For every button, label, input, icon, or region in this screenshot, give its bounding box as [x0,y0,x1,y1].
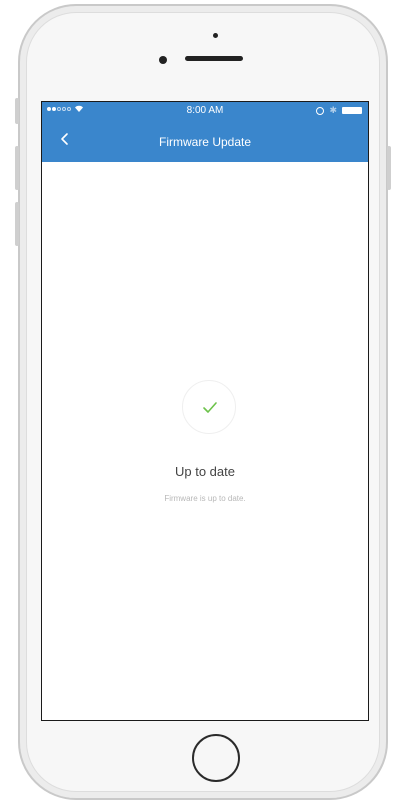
app-screen: 8:00 AM ✱ Firmware Update Up to date Fir… [41,101,369,721]
page-title: Firmware Update [158,135,252,149]
nav-bar: Firmware Update [42,124,368,160]
power-button [387,146,391,190]
volume-up-button [15,146,19,190]
alarm-icon [316,106,325,115]
front-camera [159,56,167,64]
app-header: 8:00 AM ✱ Firmware Update [42,102,368,162]
bluetooth-icon: ✱ [329,105,337,115]
status-title: Up to date [175,464,235,479]
earpiece-speaker [185,56,243,61]
phone-frame: 8:00 AM ✱ Firmware Update Up to date Fir… [15,4,391,800]
checkmark-icon [203,402,217,413]
proximity-sensor [213,33,218,38]
volume-down-button [15,202,19,246]
status-message: Firmware is up to date. [164,494,246,503]
status-indicator [182,380,236,434]
home-button[interactable] [192,734,240,782]
mute-switch [15,98,19,124]
battery-icon [342,107,362,114]
status-bar: 8:00 AM ✱ [42,102,368,120]
